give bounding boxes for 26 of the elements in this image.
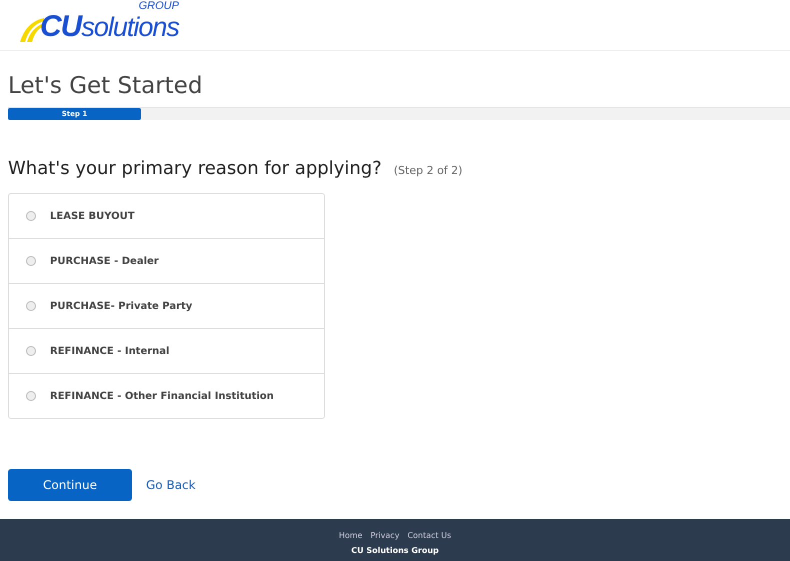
option-row[interactable]: LEASE BUYOUT: [9, 194, 324, 238]
radio-button[interactable]: [26, 346, 36, 356]
logo-text: CU: [40, 12, 82, 42]
logo-tagline: GROUP: [138, 0, 179, 12]
option-label: LEASE BUYOUT: [50, 210, 135, 222]
company-name: CU Solutions Group: [351, 546, 439, 555]
radio-button[interactable]: [26, 391, 36, 401]
option-row[interactable]: REFINANCE - Other Financial Institution: [9, 373, 324, 418]
page-title: Let's Get Started: [8, 73, 204, 99]
option-row[interactable]: PURCHASE - Dealer: [9, 238, 324, 283]
question-text: What's your primary reason for applying?: [8, 158, 382, 179]
continue-button[interactable]: Continue: [8, 469, 132, 501]
footer-link[interactable]: Contact Us: [407, 531, 452, 540]
option-row[interactable]: REFINANCE - Internal: [9, 328, 324, 373]
step-text: (Step 2 of 2): [394, 164, 462, 177]
radio-button[interactable]: [26, 256, 36, 266]
radio-button[interactable]: [26, 211, 36, 221]
option-label: REFINANCE - Internal: [50, 346, 170, 356]
option-label: PURCHASE - Dealer: [50, 256, 159, 266]
option-label: REFINANCE - Other Financial Institution: [50, 390, 274, 402]
footer-link[interactable]: Home: [338, 531, 362, 540]
go-back-link[interactable]: Go Back: [146, 478, 196, 492]
radio-button[interactable]: [26, 301, 36, 311]
option-label: PURCHASE- Private Party: [50, 300, 192, 312]
footer-link[interactable]: Privacy: [370, 531, 400, 540]
option-row[interactable]: PURCHASE- Private Party: [9, 283, 324, 328]
